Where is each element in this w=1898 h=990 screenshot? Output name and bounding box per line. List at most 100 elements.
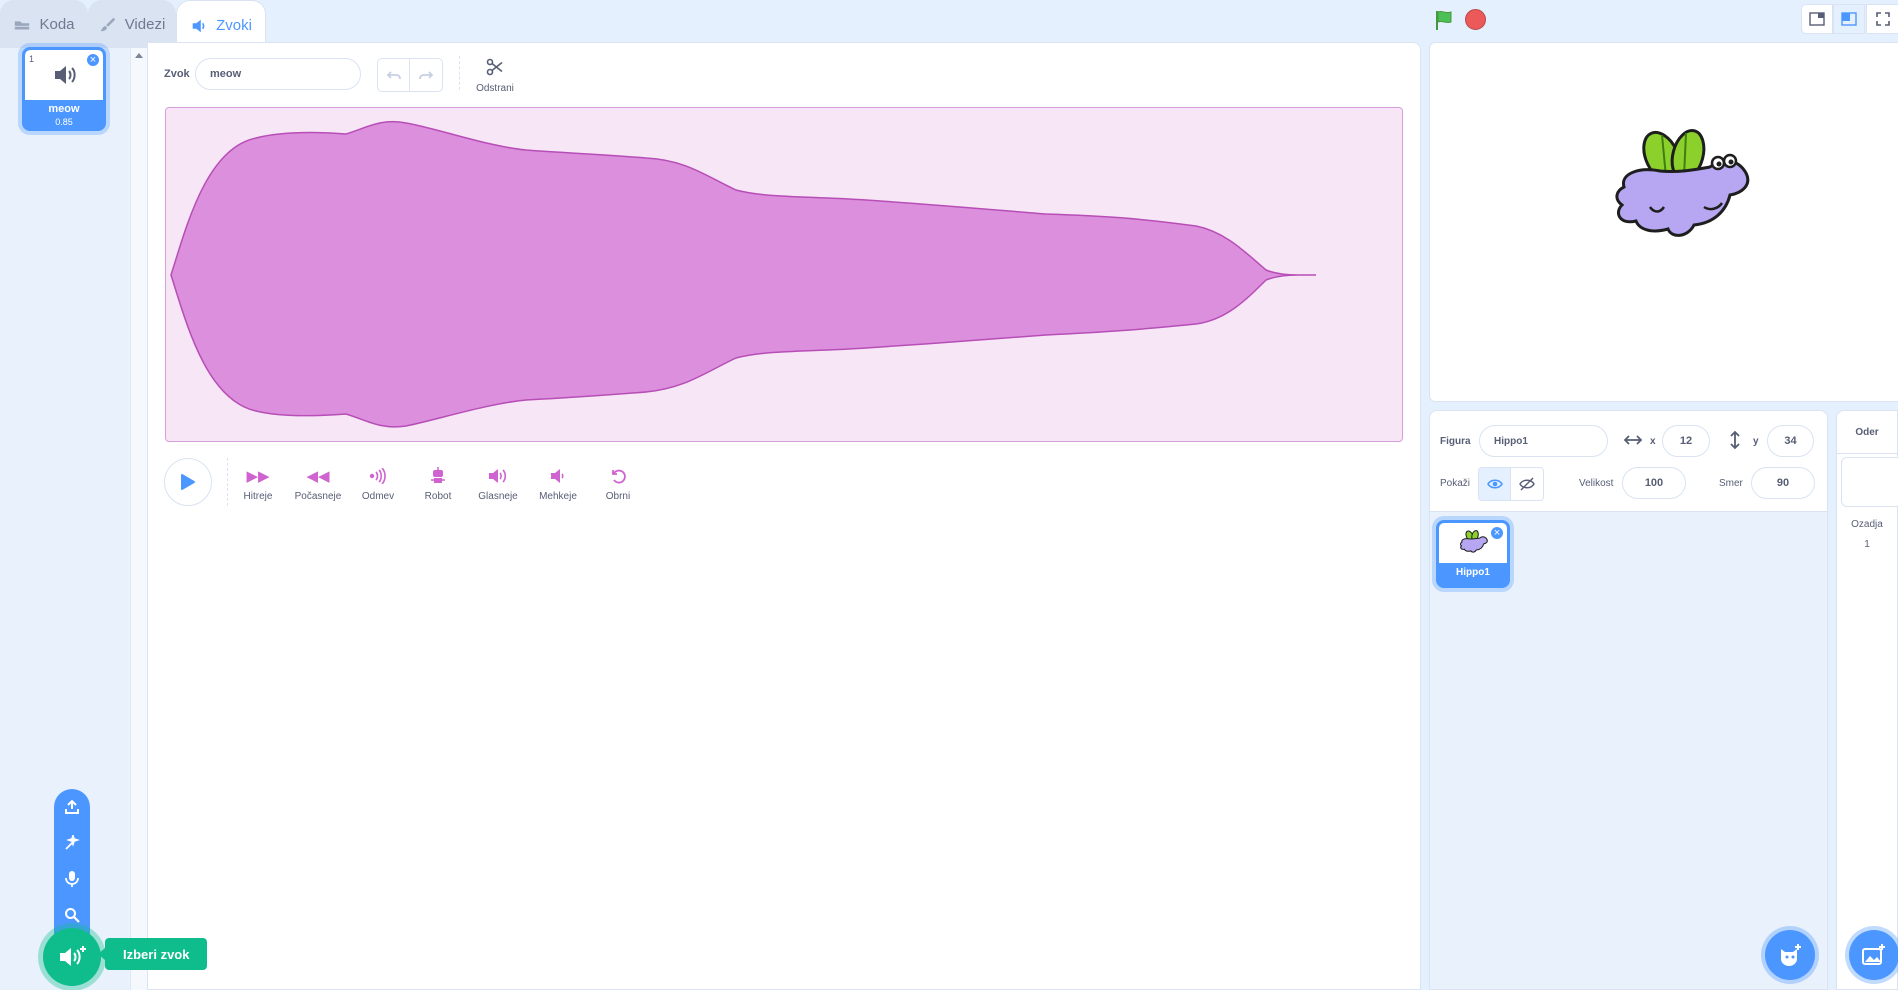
tab-code[interactable]: Koda (0, 0, 88, 48)
tooltip-text: Izberi zvok (123, 946, 190, 962)
effect-slower-label: Počasneje (294, 491, 342, 502)
sound-list-scrollbar[interactable] (130, 48, 147, 990)
delete-sound-button[interactable]: × (85, 52, 101, 68)
x-label: x (1650, 436, 1656, 447)
effect-reverse-button[interactable]: Obrni (588, 466, 648, 502)
waveform-display[interactable] (165, 107, 1403, 442)
effect-louder-label: Glasneje (478, 491, 518, 502)
y-input[interactable]: 34 (1767, 425, 1814, 457)
effect-louder-button[interactable]: Glasneje (468, 466, 528, 502)
play-icon (181, 474, 195, 490)
direction-input[interactable]: 90 (1751, 467, 1815, 499)
sprite-tile-hippo1[interactable]: × Hippo1 (1436, 520, 1510, 588)
sprite-tile-name: Hippo1 (1456, 567, 1490, 578)
robot-icon (408, 466, 468, 486)
choose-sound-tooltip: Izberi zvok (97, 938, 208, 970)
sound-tile-meow[interactable]: 1 × meow 0.85 (22, 47, 106, 131)
microphone-icon (65, 871, 79, 887)
search-icon (65, 908, 80, 923)
toolbar-divider (459, 56, 460, 90)
x-input[interactable]: 12 (1662, 425, 1710, 457)
undo-button[interactable] (378, 59, 410, 91)
stage-panel-title: Oder (1855, 427, 1879, 438)
effect-echo-button[interactable]: Odmev (348, 466, 408, 502)
effect-faster-label: Hitreje (243, 491, 273, 502)
large-stage-button[interactable] (1833, 4, 1865, 34)
fullscreen-button[interactable] (1866, 4, 1898, 34)
size-value: 100 (1644, 477, 1664, 489)
redo-icon (419, 71, 433, 80)
direction-value: 90 (1776, 477, 1790, 489)
speaker-icon (192, 19, 205, 32)
sound-name-input[interactable] (195, 58, 361, 90)
image-add-icon (1862, 944, 1885, 965)
speaker-add-icon (60, 946, 86, 966)
hippo-sprite[interactable] (1610, 127, 1756, 245)
hippo-thumbnail (1459, 530, 1488, 553)
upload-sound-button[interactable] (54, 789, 90, 825)
x-value: 12 (1679, 435, 1693, 447)
faster-icon: ▶▶ (246, 468, 270, 485)
show-toggle (1478, 467, 1544, 501)
choose-sprite-button[interactable] (1765, 930, 1815, 980)
effect-softer-label: Mehkeje (539, 491, 577, 502)
surprise-icon (65, 835, 80, 850)
softer-icon (528, 466, 588, 486)
play-sound-button[interactable] (164, 458, 212, 506)
tab-costumes-label: Videzi (124, 16, 166, 33)
stop-icon[interactable] (1465, 9, 1486, 30)
show-visible-button[interactable] (1479, 468, 1511, 500)
echo-icon (348, 466, 408, 486)
stage-canvas[interactable] (1429, 42, 1898, 402)
y-label: y (1753, 436, 1759, 447)
tab-costumes[interactable]: Videzi (88, 0, 176, 48)
delete-button[interactable]: Odstrani (472, 58, 518, 94)
cat-add-icon (1781, 944, 1801, 966)
tab-code-label: Koda (39, 16, 75, 33)
scissors-icon (486, 58, 503, 76)
sound-name-label: Zvok (164, 68, 190, 80)
fullscreen-icon (1875, 12, 1890, 26)
show-hidden-button[interactable] (1511, 468, 1543, 500)
backdrops-label: Ozadja (1851, 519, 1883, 530)
show-label: Pokaži (1440, 478, 1471, 489)
upload-icon (65, 799, 79, 814)
effect-softer-button[interactable]: Mehkeje (528, 466, 588, 502)
delete-label: Odstrani (476, 83, 514, 94)
small-stage-button[interactable] (1801, 4, 1833, 34)
green-flag-icon[interactable] (1433, 8, 1457, 32)
effect-echo-label: Odmev (361, 491, 395, 502)
sound-tile-duration: 0.85 (55, 117, 73, 127)
code-icon (15, 20, 30, 29)
record-sound-button[interactable] (54, 861, 90, 897)
backdrops-count: 1 (1864, 539, 1870, 550)
tab-sounds-label: Zvoki (216, 17, 252, 34)
eye-slash-icon (1519, 477, 1535, 491)
delete-sprite-button[interactable]: × (1489, 525, 1505, 541)
effect-faster-button[interactable]: ▶▶ Hitreje (228, 466, 288, 502)
choose-backdrop-button[interactable] (1849, 930, 1898, 980)
undo-redo-group (377, 58, 443, 92)
effect-robot-label: Robot (424, 491, 452, 502)
undo-icon (386, 71, 401, 80)
sprite-name-label: Figura (1440, 436, 1471, 447)
y-value: 34 (1784, 435, 1797, 447)
louder-icon (468, 466, 528, 486)
y-arrows-icon (1730, 431, 1740, 449)
effect-slower-button[interactable]: ◀◀ Počasneje (288, 466, 348, 502)
choose-sound-button[interactable] (43, 928, 101, 986)
stage-panel[interactable]: Oder Ozadja 1 (1836, 410, 1898, 990)
scroll-up-icon[interactable] (135, 52, 143, 58)
eye-icon (1486, 479, 1503, 489)
large-stage-icon (1841, 12, 1857, 26)
backdrop-thumbnail (1841, 457, 1898, 507)
redo-button[interactable] (410, 59, 442, 91)
x-arrows-icon (1624, 435, 1642, 445)
surprise-sound-button[interactable] (54, 825, 90, 861)
size-input[interactable]: 100 (1622, 467, 1686, 499)
slower-icon: ◀◀ (306, 468, 330, 485)
sprite-name-input[interactable] (1479, 425, 1608, 457)
brush-icon (100, 17, 115, 31)
effect-robot-button[interactable]: Robot (408, 466, 468, 502)
direction-label: Smer (1719, 478, 1743, 489)
